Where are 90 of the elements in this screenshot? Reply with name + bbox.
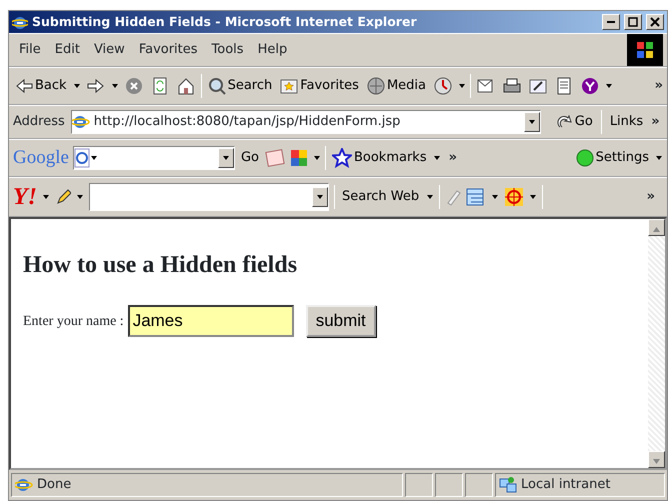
go-arrow-icon	[556, 114, 573, 130]
security-zone: Local intranet	[521, 476, 610, 494]
back-button[interactable]: Back	[13, 76, 69, 96]
settings-button[interactable]: Settings	[574, 148, 651, 168]
history-button[interactable]	[432, 77, 454, 95]
google-g-icon	[74, 148, 98, 168]
windows-stack-icon[interactable]	[466, 187, 486, 207]
print-button[interactable]	[501, 77, 524, 95]
dropdown-caret-icon[interactable]	[432, 154, 441, 162]
media-button[interactable]: Media	[364, 76, 428, 96]
links-button[interactable]: Links	[608, 112, 646, 132]
dropdown-caret-icon[interactable]	[655, 154, 663, 162]
document-icon	[555, 77, 574, 95]
dropdown-caret-icon[interactable]	[42, 193, 50, 201]
dropdown-caret-icon[interactable]	[312, 154, 321, 162]
edit-icon	[529, 77, 548, 95]
page-heading: How to use a Hidden fields	[23, 251, 298, 280]
maximize-icon	[628, 16, 638, 27]
vertical-scrollbar[interactable]	[648, 219, 665, 468]
printer-icon	[503, 77, 522, 95]
menu-item[interactable]: View	[94, 40, 125, 60]
dropdown-caret-icon[interactable]	[529, 193, 538, 201]
more-chevron[interactable]: »	[448, 148, 458, 168]
history-icon	[434, 77, 452, 95]
windows-logo-icon	[636, 41, 654, 59]
close-button[interactable]	[646, 14, 664, 30]
minimize-button[interactable]	[602, 14, 620, 30]
yahoo-search-field[interactable]	[89, 183, 329, 211]
ie-page-icon	[15, 476, 33, 494]
network-icon	[499, 476, 517, 494]
dropdown-caret-icon[interactable]	[491, 193, 500, 201]
menu-item[interactable]: Tools	[212, 40, 244, 60]
edit-button[interactable]	[527, 77, 550, 95]
name-input[interactable]: James	[128, 305, 294, 337]
status-light-icon	[576, 149, 594, 167]
search-web-button[interactable]: Search Web	[340, 187, 422, 207]
go-button[interactable]: Go	[554, 112, 595, 132]
minimize-icon	[607, 20, 615, 23]
dropdown-caret-icon[interactable]	[72, 82, 81, 90]
google-logo: Google	[13, 146, 69, 170]
mail-icon	[477, 77, 496, 95]
google-search-field[interactable]	[72, 146, 235, 170]
dropdown-caret-icon	[528, 118, 536, 126]
refresh-icon	[150, 77, 169, 95]
more-chevron[interactable]: »	[651, 112, 660, 132]
status-pane	[465, 473, 493, 497]
address-dropdown-button[interactable]	[524, 112, 540, 132]
search-icon	[208, 77, 226, 95]
status-pane	[435, 473, 463, 497]
search-dropdown-button[interactable]	[312, 187, 328, 207]
dropdown-caret-icon	[222, 154, 230, 162]
address-field[interactable]: http://localhost:8080/tapan/jsp/HiddenForm.jsp	[70, 110, 541, 134]
search-button[interactable]: Search	[206, 76, 274, 96]
ie-page-icon	[72, 113, 90, 131]
yahoo-icon	[581, 77, 600, 95]
field-label: Enter your name :	[23, 312, 124, 330]
star-icon	[332, 148, 352, 168]
stop-icon	[124, 77, 143, 95]
maximize-button[interactable]	[624, 14, 642, 30]
go-button[interactable]: Go	[238, 148, 261, 168]
search-dropdown-button[interactable]	[218, 148, 234, 168]
favorites-button[interactable]: Favorites	[278, 76, 361, 96]
media-icon	[366, 77, 385, 95]
target-icon[interactable]	[504, 187, 524, 207]
menu-item[interactable]: Help	[258, 40, 288, 60]
more-chevron[interactable]: »	[654, 76, 663, 96]
dropdown-caret-icon[interactable]	[426, 193, 434, 201]
more-chevron[interactable]: »	[646, 187, 655, 207]
address-label: Address	[13, 113, 65, 132]
home-icon	[176, 77, 195, 95]
favorites-icon	[280, 77, 298, 95]
submit-button[interactable]: submit	[306, 305, 376, 337]
bookmarks-button[interactable]: Bookmarks	[330, 148, 429, 168]
forward-arrow-icon	[86, 77, 105, 95]
menu-item[interactable]: File	[19, 40, 41, 60]
dropdown-caret-icon[interactable]	[605, 82, 614, 90]
dropdown-caret-icon	[316, 193, 324, 201]
back-arrow-icon	[15, 77, 33, 95]
pencil-icon[interactable]	[55, 188, 71, 206]
status-pane	[405, 473, 433, 497]
dropdown-caret-icon[interactable]	[110, 82, 119, 90]
dropdown-caret-icon[interactable]	[458, 82, 466, 90]
close-icon	[650, 16, 660, 27]
window-title: Submitting Hidden Fields - Microsoft Internet Explorer	[32, 12, 418, 31]
menu-item[interactable]: Favorites	[138, 40, 198, 60]
ie-logo-icon	[12, 14, 28, 30]
yahoo-logo: Y!	[13, 183, 37, 212]
menu-item[interactable]: Edit	[54, 40, 80, 60]
status-text: Done	[37, 476, 72, 494]
dropdown-caret-icon[interactable]	[76, 193, 84, 201]
